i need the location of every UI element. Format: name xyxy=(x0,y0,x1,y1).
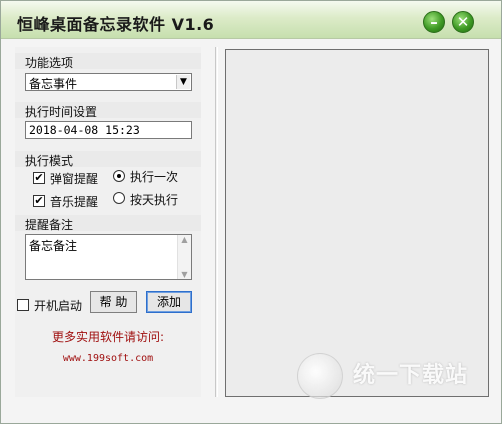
autostart-checkbox[interactable] xyxy=(17,299,29,311)
close-icon: ✕ xyxy=(456,13,470,31)
close-button[interactable]: ✕ xyxy=(452,11,474,33)
minimize-icon: – xyxy=(430,13,438,31)
more-software-text: 更多实用软件请访问: xyxy=(51,330,165,344)
execute-daily-label: 按天执行 xyxy=(130,193,179,207)
preview-panel xyxy=(225,49,489,397)
function-selected-value: 备忘事件 xyxy=(29,77,78,91)
mode-label: 执行模式 xyxy=(25,154,74,168)
autostart-label: 开机启动 xyxy=(34,299,83,313)
chevron-down-icon[interactable]: ▼ xyxy=(176,75,190,89)
settings-panel: 功能选项 备忘事件 ▼ 执行时间设置 2018-04-08 15:23 执行模式… xyxy=(15,47,201,397)
title-bar[interactable]: 恒峰桌面备忘录软件 V1.6 – ✕ xyxy=(1,1,501,39)
popup-reminder-label: 弹窗提醒 xyxy=(50,172,99,186)
note-textarea[interactable]: 备忘备注 ▲ ▼ xyxy=(25,234,192,280)
scroll-down-icon[interactable]: ▼ xyxy=(178,270,191,279)
time-label: 执行时间设置 xyxy=(25,105,98,119)
execute-once-radio[interactable] xyxy=(113,170,125,182)
panel-divider xyxy=(215,47,218,397)
function-label: 功能选项 xyxy=(25,56,74,70)
watermark-text: 统一下载站 xyxy=(353,363,469,388)
app-window: 恒峰桌面备忘录软件 V1.6 – ✕ 功能选项 备忘事件 ▼ 执行时间设置 20… xyxy=(0,0,502,424)
window-title: 恒峰桌面备忘录软件 V1.6 xyxy=(17,15,215,34)
note-label: 提醒备注 xyxy=(25,218,74,232)
watermark-logo-icon xyxy=(297,353,343,399)
function-select[interactable]: 备忘事件 ▼ xyxy=(25,73,192,91)
music-reminder-checkbox[interactable]: ✔ xyxy=(33,195,45,207)
execute-daily-radio[interactable] xyxy=(113,192,125,204)
popup-reminder-checkbox[interactable]: ✔ xyxy=(33,172,45,184)
website-link[interactable]: www.199soft.com xyxy=(15,353,201,364)
execute-once-label: 执行一次 xyxy=(130,170,179,184)
note-text: 备忘备注 xyxy=(29,239,78,253)
minimize-button[interactable]: – xyxy=(423,11,445,33)
note-scrollbar[interactable]: ▲ ▼ xyxy=(177,235,191,279)
add-button[interactable]: 添加 xyxy=(146,291,192,313)
datetime-input[interactable]: 2018-04-08 15:23 xyxy=(25,121,192,139)
help-button[interactable]: 帮 助 xyxy=(90,291,137,313)
scroll-up-icon[interactable]: ▲ xyxy=(178,235,191,244)
music-reminder-label: 音乐提醒 xyxy=(50,195,99,209)
